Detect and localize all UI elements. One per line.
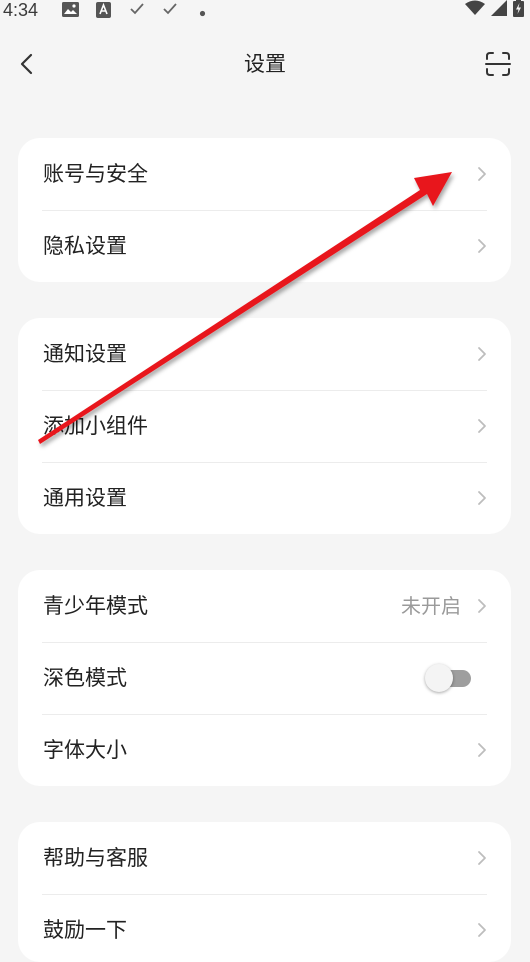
toggle-knob [425,664,453,692]
scan-icon [485,52,511,76]
chevron-right-icon [478,491,486,505]
chevron-right-icon [478,851,486,865]
status-time: 4:34 [3,0,39,20]
teen-mode-status: 未开启 [401,594,461,618]
settings-item-font-size[interactable]: 字体大小 [18,714,511,786]
font-app-icon [96,2,111,22]
settings-group-display: 青少年模式 未开启 深色模式 字体大小 [18,570,511,786]
settings-item-privacy[interactable]: 隐私设置 [18,210,511,282]
wifi-icon [465,0,485,20]
settings-item-label: 隐私设置 [43,234,127,258]
settings-item-add-widget[interactable]: 添加小组件 [18,390,511,462]
settings-item-label: 字体大小 [43,738,127,762]
settings-item-account-security[interactable]: 账号与安全 [18,138,511,210]
check-icon [129,2,145,20]
nav-bar: 设置 [0,36,530,92]
check-icon [162,2,178,20]
chevron-right-icon [478,239,486,253]
settings-group-general: 通知设置 添加小组件 通用设置 [18,318,511,534]
chevron-right-icon [478,923,486,937]
scan-button[interactable] [484,50,512,78]
settings-item-label: 通用设置 [43,486,127,510]
status-right-icons [465,0,524,21]
settings-item-label: 深色模式 [43,666,127,690]
chevron-right-icon [478,599,486,613]
status-bar: 4:34 [0,0,530,22]
settings-item-label: 通知设置 [43,342,127,366]
settings-item-label: 青少年模式 [43,594,148,618]
settings-item-notifications[interactable]: 通知设置 [18,318,511,390]
settings-item-help[interactable]: 帮助与客服 [18,822,511,894]
settings-group-account: 账号与安全 隐私设置 [18,138,511,282]
settings-item-teen-mode[interactable]: 青少年模式 未开启 [18,570,511,642]
settings-item-label: 账号与安全 [43,162,148,186]
image-icon [62,2,79,21]
settings-item-general[interactable]: 通用设置 [18,462,511,534]
chevron-right-icon [478,419,486,433]
dot-icon [199,5,206,21]
dark-mode-toggle[interactable] [425,664,471,692]
settings-item-label: 添加小组件 [43,414,148,438]
chevron-right-icon [478,743,486,757]
settings-item-label: 帮助与客服 [43,846,148,870]
page-title: 设置 [244,52,286,76]
chevron-right-icon [478,347,486,361]
settings-item-label: 鼓励一下 [43,918,127,942]
settings-group-support: 帮助与客服 鼓励一下 [18,822,511,962]
signal-icon [491,0,507,20]
battery-charging-icon [513,0,524,21]
chevron-right-icon [478,167,486,181]
settings-item-encourage[interactable]: 鼓励一下 [18,894,511,962]
settings-item-dark-mode: 深色模式 [18,642,511,714]
